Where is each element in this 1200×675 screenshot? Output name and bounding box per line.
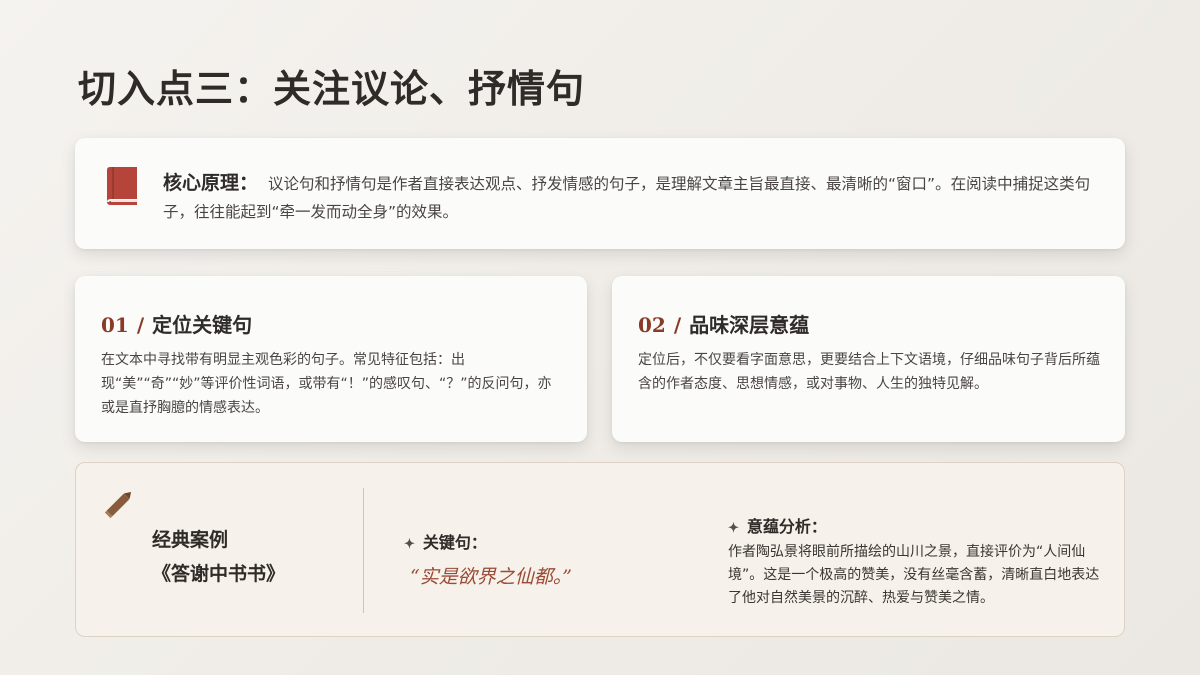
- diamond-icon: ✦: [728, 521, 739, 536]
- key-sentence-heading: ✦ 关键句：: [404, 529, 487, 553]
- point-card-1: 01 / 定位关键句 在文本中寻找带有明显主观色彩的句子。常见特征包括：出现“美”“…: [75, 276, 587, 442]
- point-number: 02: [638, 313, 666, 337]
- diamond-icon: ✦: [404, 537, 415, 552]
- classic-case-panel: 经典案例 《答谢中书书》 ✦ 关键句： “实是欲界之仙都。” ✦ 意蕴分析： 作者陶…: [75, 462, 1125, 637]
- core-principle-card: 核心原理： 议论句和抒情句是作者直接表达观点、抒发情感的句子，是理解文章主旨最直接…: [75, 138, 1125, 249]
- point-separator: /: [673, 313, 682, 337]
- point-number: 01: [101, 313, 129, 337]
- point-body-2: 定位后，不仅要看字面意思，更要结合上下文语境，仔细品味句子背后所蕴含的作者态度、…: [638, 352, 1100, 392]
- core-principle-body: 议论句和抒情句是作者直接表达观点、抒发情感的句子，是理解文章主旨最直接、最清晰的…: [163, 175, 1091, 221]
- analysis-heading: ✦ 意蕴分析：: [728, 513, 827, 537]
- point-title-1: 01 / 定位关键句: [101, 309, 252, 338]
- point-separator: /: [136, 313, 145, 337]
- pencil-icon: [104, 491, 132, 519]
- analysis-label: 意蕴分析：: [746, 517, 827, 536]
- key-sentence-label: 关键句：: [422, 533, 487, 552]
- analysis-text: 作者陶弘景将眼前所描绘的山川之景，直接评价为“人间仙境”。这是一个极高的赞美，没…: [728, 544, 1100, 606]
- point-heading: 品味深层意蕴: [689, 313, 810, 337]
- page-title: 切入点三：关注议论、抒情句: [78, 66, 586, 111]
- point-card-2: 02 / 品味深层意蕴 定位后，不仅要看字面意思，更要结合上下文语境，仔细品味句子背…: [612, 276, 1125, 442]
- case-label-line1: 经典案例: [152, 529, 229, 551]
- point-body-1: 在文本中寻找带有明显主观色彩的句子。常见特征包括：出现“美”“奇”“妙”等评价性…: [101, 352, 552, 416]
- case-label: 经典案例 《答谢中书书》: [152, 523, 285, 591]
- book-icon: [107, 167, 137, 205]
- point-title-2: 02 / 品味深层意蕴: [638, 309, 809, 338]
- divider: [363, 488, 364, 613]
- point-heading: 定位关键句: [152, 313, 253, 337]
- key-sentence-quote: “实是欲界之仙都。”: [410, 566, 572, 588]
- core-principle-text: 核心原理： 议论句和抒情句是作者直接表达观点、抒发情感的句子，是理解文章主旨最直接…: [163, 169, 1093, 226]
- core-principle-label: 核心原理：: [163, 172, 259, 194]
- case-label-line2: 《答谢中书书》: [152, 563, 286, 585]
